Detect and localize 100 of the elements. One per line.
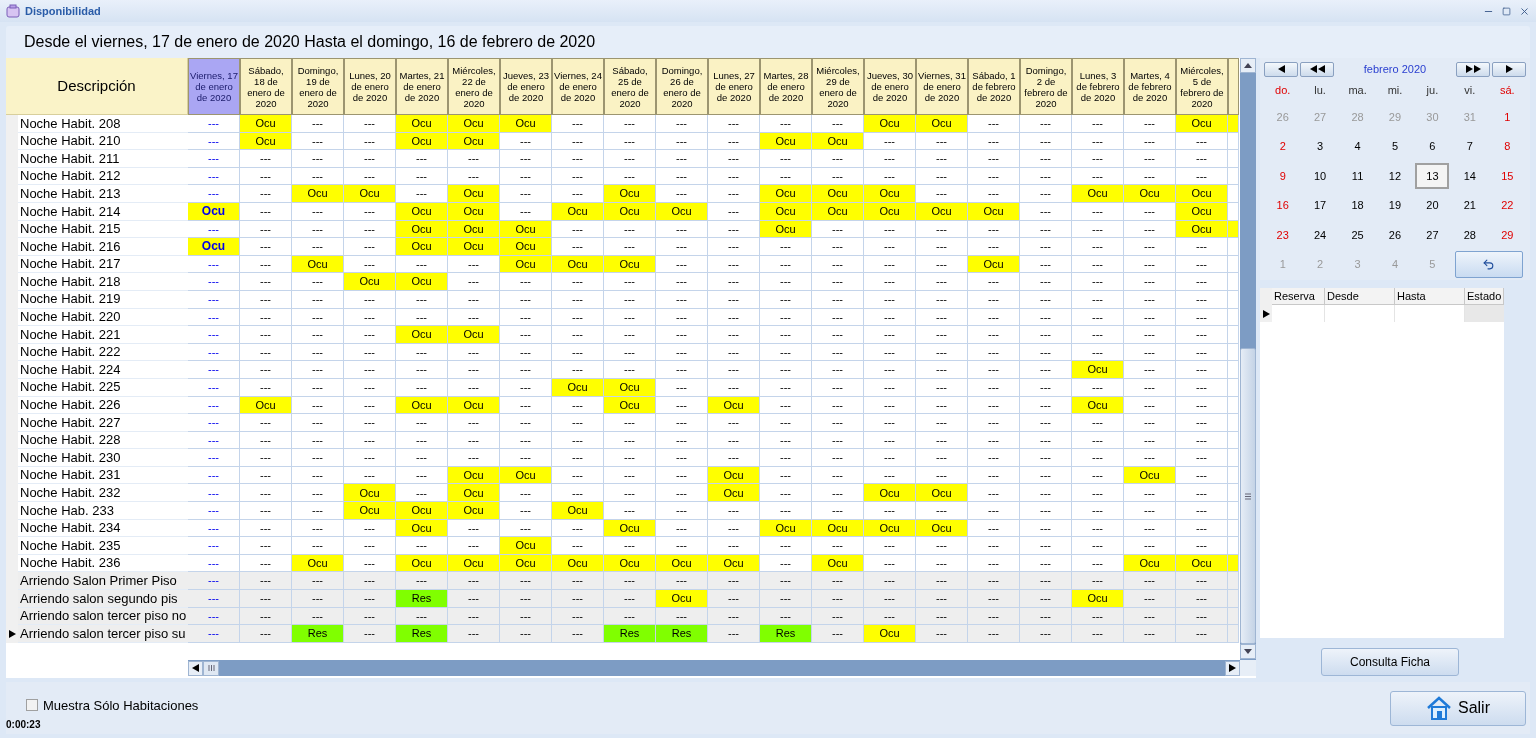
column-header[interactable]: Sábado, 18 de enero de 2020 bbox=[240, 58, 292, 115]
table-cell: --- bbox=[500, 572, 552, 591]
column-header[interactable]: Lunes, 20 de enero de 2020 bbox=[344, 58, 396, 115]
exit-button[interactable]: Salir bbox=[1390, 690, 1526, 726]
column-header[interactable]: Lunes, 27 de enero de 2020 bbox=[708, 58, 760, 115]
column-header[interactable]: Jueves, 30 de enero de 2020 bbox=[864, 58, 916, 115]
column-header[interactable]: Miércoles, 5 de febrero de 2020 bbox=[1176, 58, 1228, 115]
calendar-day[interactable]: 16 bbox=[1265, 192, 1300, 219]
table-cell: --- bbox=[604, 572, 656, 591]
calendar-day[interactable]: 17 bbox=[1303, 192, 1338, 219]
column-header[interactable]: Miércoles, 22 de enero de 2020 bbox=[448, 58, 500, 115]
table-cell: --- bbox=[864, 590, 916, 608]
table-cell: --- bbox=[344, 238, 396, 256]
calendar-day[interactable]: 18 bbox=[1340, 192, 1375, 219]
calendar-day[interactable]: 1 bbox=[1490, 103, 1525, 130]
column-header[interactable]: Domingo, 26 de enero de 2020 bbox=[656, 58, 708, 115]
column-header[interactable]: Jueves, 23 de enero de 2020 bbox=[500, 58, 552, 115]
weekday-label: lu. bbox=[1313, 82, 1327, 98]
calendar-day[interactable]: 15 bbox=[1490, 162, 1525, 189]
calendar-day[interactable]: 21 bbox=[1452, 192, 1487, 219]
horizontal-scrollbar[interactable] bbox=[188, 660, 1240, 676]
calendar-day[interactable]: 13 bbox=[1415, 162, 1450, 189]
table-cell: --- bbox=[500, 273, 552, 291]
calendar-day[interactable]: 19 bbox=[1378, 192, 1412, 219]
calendar-day[interactable]: 7 bbox=[1452, 133, 1487, 160]
column-header[interactable]: Viernes, 17 de enero de 2020 bbox=[188, 58, 240, 115]
down-arrow-icon bbox=[1244, 649, 1252, 654]
table-cell: --- bbox=[604, 502, 656, 520]
column-header[interactable]: Estado bbox=[1465, 288, 1504, 305]
calendar-day[interactable]: 29 bbox=[1490, 221, 1525, 248]
column-header[interactable]: Desde bbox=[1325, 288, 1395, 305]
next-year-button[interactable] bbox=[1456, 61, 1490, 77]
calendar-day[interactable]: 24 bbox=[1303, 221, 1338, 248]
table-cell: --- bbox=[500, 590, 552, 608]
next-month-button[interactable] bbox=[1492, 61, 1526, 77]
column-header[interactable]: Lunes, 3 de febrero de 2020 bbox=[1072, 58, 1124, 115]
column-header[interactable]: Domingo, 19 de enero de 2020 bbox=[292, 58, 344, 115]
calendar-day[interactable]: 4 bbox=[1340, 133, 1375, 160]
calendar-day[interactable]: 6 bbox=[1415, 133, 1450, 160]
table-cell: --- bbox=[916, 414, 968, 432]
scroll-left-button[interactable] bbox=[188, 660, 203, 676]
table-cell: --- bbox=[292, 590, 344, 608]
calendar-day[interactable]: 2 bbox=[1265, 133, 1300, 160]
vertical-scrollbar[interactable] bbox=[1240, 58, 1256, 660]
table-cell: --- bbox=[604, 484, 656, 503]
table-cell: --- bbox=[448, 537, 500, 555]
column-header[interactable]: Sábado, 1 de febrero de 2020 bbox=[968, 58, 1020, 115]
calendar-day[interactable]: 28 bbox=[1452, 221, 1487, 248]
calendar-day[interactable]: 9 bbox=[1265, 162, 1300, 189]
column-header[interactable]: Martes, 4 de febrero de 2020 bbox=[1124, 58, 1176, 115]
column-header[interactable]: Martes, 21 de enero de 2020 bbox=[396, 58, 448, 115]
calendar-day[interactable]: 27 bbox=[1415, 221, 1450, 248]
maximize-icon[interactable] bbox=[1502, 6, 1511, 16]
calendar-day[interactable]: 3 bbox=[1303, 133, 1338, 160]
table-cell: --- bbox=[292, 273, 344, 291]
table-cell: --- bbox=[500, 414, 552, 432]
table-cell: --- bbox=[760, 326, 812, 344]
table-cell: Ocu bbox=[1176, 115, 1228, 133]
table-cell: --- bbox=[1072, 150, 1124, 168]
calendar-day[interactable]: 5 bbox=[1378, 133, 1412, 160]
previous-month-button[interactable] bbox=[1264, 61, 1298, 77]
calendar-day[interactable]: 25 bbox=[1340, 221, 1375, 248]
calendar-day[interactable]: 23 bbox=[1265, 221, 1300, 248]
table-cell: --- bbox=[188, 115, 240, 133]
table-cell: --- bbox=[552, 449, 604, 467]
calendar-day[interactable]: 12 bbox=[1378, 162, 1412, 189]
table-cell: --- bbox=[812, 537, 864, 555]
weekday-label: vi. bbox=[1463, 82, 1477, 98]
calendar-day[interactable]: 8 bbox=[1490, 133, 1525, 160]
scroll-right-button[interactable] bbox=[1225, 660, 1240, 676]
column-header[interactable]: Martes, 28 de enero de 2020 bbox=[760, 58, 812, 115]
close-icon[interactable] bbox=[1519, 5, 1530, 17]
calendar-day[interactable]: 11 bbox=[1340, 162, 1375, 189]
column-header[interactable]: Reserva bbox=[1272, 288, 1325, 305]
calendar-day[interactable]: 10 bbox=[1303, 162, 1338, 189]
table-cell: --- bbox=[1124, 115, 1176, 133]
scroll-thumb[interactable] bbox=[203, 660, 219, 676]
column-header[interactable]: Domingo, 2 de febrero de 2020 bbox=[1020, 58, 1072, 115]
table-cell: Ocu bbox=[396, 502, 448, 520]
calendar-day[interactable]: 26 bbox=[1378, 221, 1412, 248]
calendar-day[interactable]: 20 bbox=[1415, 192, 1450, 219]
scroll-thumb[interactable] bbox=[1240, 348, 1256, 644]
scroll-down-button[interactable] bbox=[1240, 644, 1256, 659]
table-cell: --- bbox=[656, 273, 708, 291]
only-rooms-checkbox[interactable] bbox=[26, 699, 38, 712]
column-header[interactable]: Sábado, 25 de enero de 2020 bbox=[604, 58, 656, 115]
column-header[interactable]: Viernes, 24 de enero de 2020 bbox=[552, 58, 604, 115]
table-cell: --- bbox=[812, 273, 864, 291]
table-cell: --- bbox=[292, 484, 344, 503]
scroll-up-button[interactable] bbox=[1240, 58, 1256, 73]
column-header[interactable]: Hasta bbox=[1395, 288, 1465, 305]
calendar-day[interactable]: 22 bbox=[1490, 192, 1525, 219]
table-cell: --- bbox=[448, 414, 500, 432]
details-button[interactable]: Consulta Ficha bbox=[1321, 648, 1459, 676]
previous-year-button[interactable] bbox=[1300, 61, 1334, 77]
table-cell: --- bbox=[1072, 326, 1124, 344]
column-header[interactable]: Miércoles, 29 de enero de 2020 bbox=[812, 58, 864, 115]
column-header[interactable]: Viernes, 31 de enero de 2020 bbox=[916, 58, 968, 115]
table-cell: --- bbox=[968, 273, 1020, 291]
calendar-day[interactable]: 14 bbox=[1452, 162, 1487, 189]
